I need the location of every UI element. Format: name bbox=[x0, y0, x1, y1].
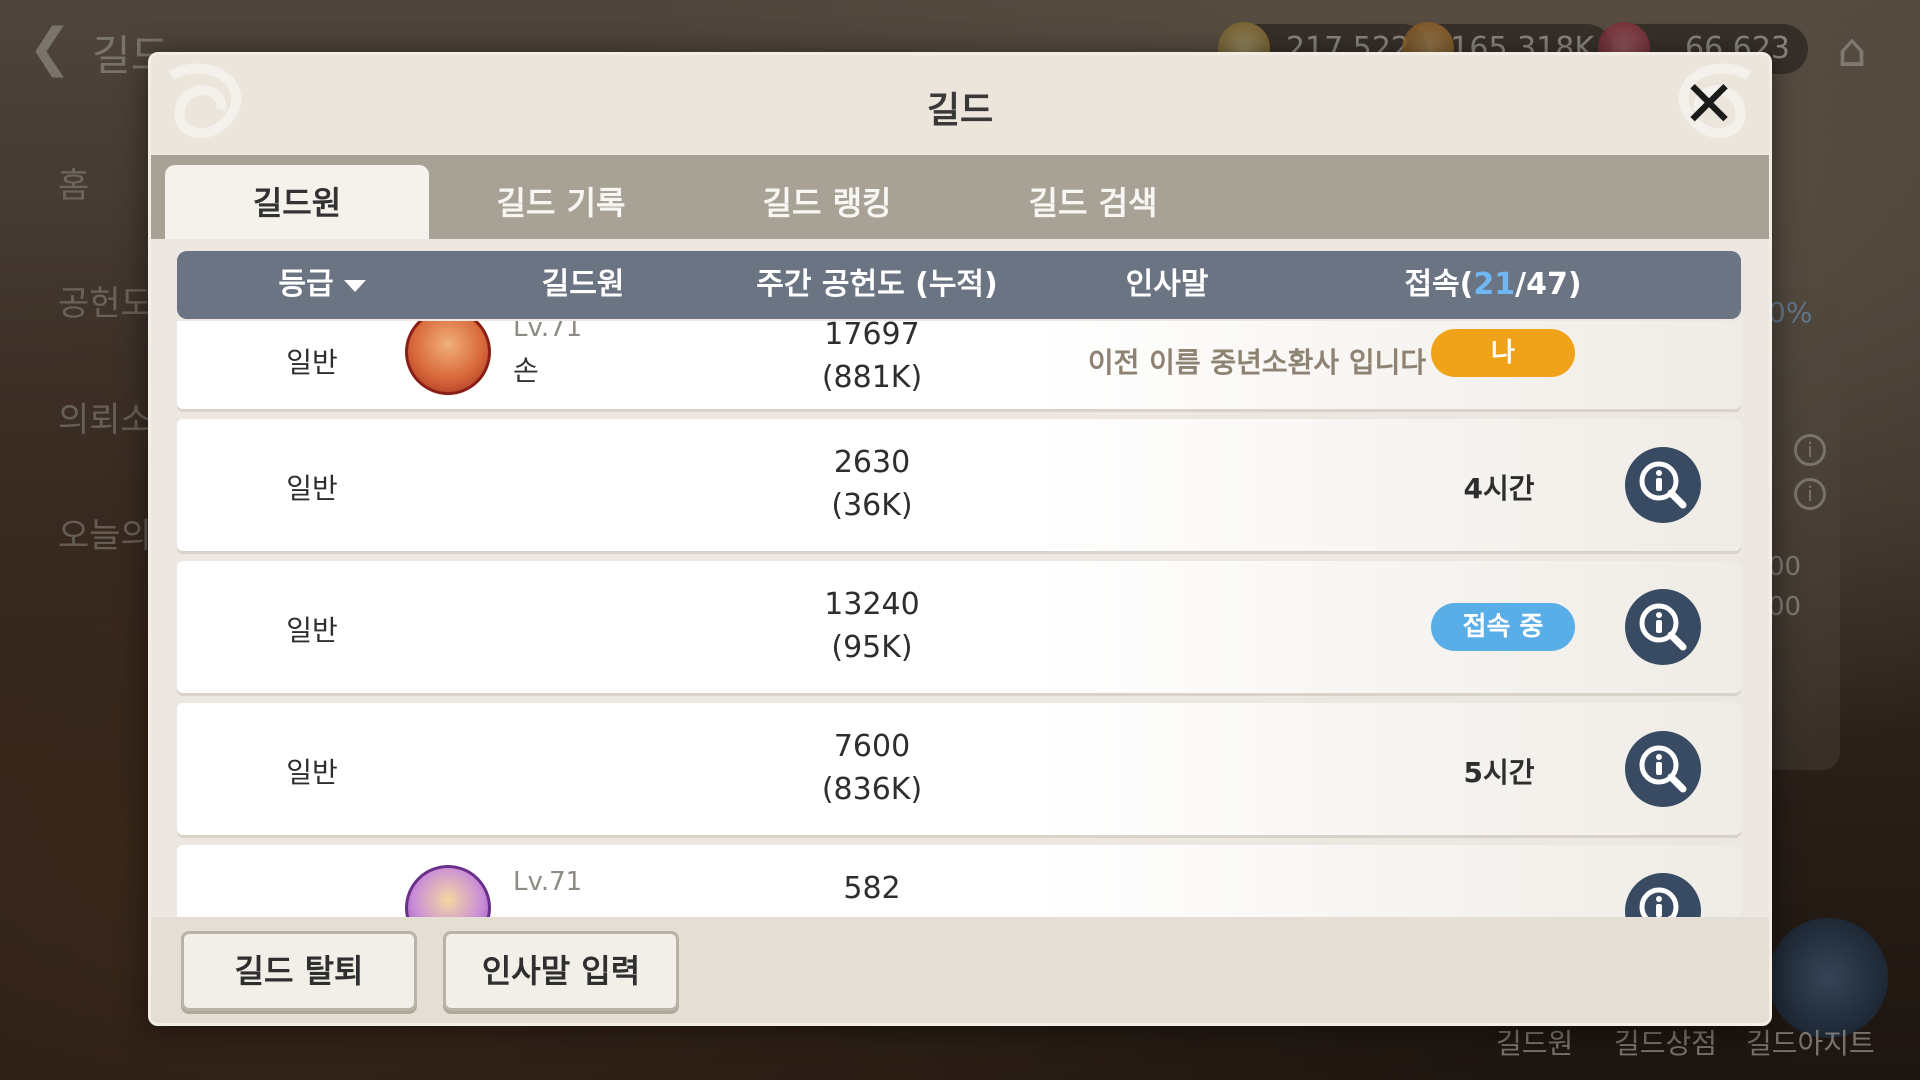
table-row[interactable]: Lv.71 582 bbox=[177, 845, 1741, 919]
magnifier-info-icon bbox=[1639, 745, 1687, 793]
column-greeting: 인사말 bbox=[1125, 267, 1209, 302]
weekly-contribution: 17697 (881K) bbox=[821, 321, 923, 395]
status-badge: 접속 중 bbox=[1431, 603, 1575, 651]
close-icon[interactable]: ✕ bbox=[1675, 71, 1743, 139]
weekly-contribution: 2630 (36K) bbox=[831, 445, 913, 523]
leave-guild-button[interactable]: 길드 탈퇴 bbox=[181, 931, 417, 1011]
table-header: 등급 길드원 주간 공헌도 (누적) 인사말 접속(21/47) bbox=[177, 251, 1741, 319]
table-row[interactable]: 일반 Lv.71 손 17697 (881K) 이전 이름 중년소환사 입니다 … bbox=[177, 321, 1741, 409]
tab-members[interactable]: 길드원 bbox=[165, 165, 429, 241]
grade-sort-button[interactable]: 등급 bbox=[247, 251, 397, 319]
tab-guild-search[interactable]: 길드 검색 bbox=[961, 165, 1225, 241]
member-grade: 일반 bbox=[286, 472, 338, 505]
member-grade: 일반 bbox=[286, 756, 338, 789]
magnifier-info-icon bbox=[1639, 603, 1687, 651]
avatar bbox=[405, 321, 491, 395]
tab-guild-ranking[interactable]: 길드 랭킹 bbox=[695, 165, 959, 241]
member-list-panel: 등급 길드원 주간 공헌도 (누적) 인사말 접속(21/47) 일반 Lv.7… bbox=[151, 239, 1769, 919]
tab-guild-log[interactable]: 길드 기록 bbox=[429, 165, 693, 241]
modal-title: 길드 bbox=[926, 90, 994, 131]
member-grade: 일반 bbox=[286, 614, 338, 647]
table-row[interactable]: 일반 7600 (836K) 5시간 bbox=[177, 703, 1741, 835]
member-info-button[interactable] bbox=[1625, 731, 1701, 807]
avatar bbox=[405, 865, 491, 919]
modal-footer: 길드 탈퇴 인사말 입력 bbox=[151, 917, 1769, 1023]
magnifier-info-icon bbox=[1639, 461, 1687, 509]
member-name: 손 bbox=[513, 354, 539, 387]
member-grade: 일반 bbox=[286, 346, 338, 379]
online-count: 21 bbox=[1473, 267, 1516, 302]
status-badge: 나 bbox=[1431, 329, 1575, 377]
member-info-button[interactable] bbox=[1625, 873, 1701, 919]
modal-header: 길드 ✕ bbox=[151, 55, 1769, 155]
column-member: 길드원 bbox=[541, 267, 625, 302]
weekly-contribution: 7600 (836K) bbox=[821, 729, 923, 807]
guild-modal: 길드 ✕ 길드원 길드 기록 길드 랭킹 길드 검색 등급 길드원 주간 공헌도… bbox=[148, 52, 1772, 1026]
member-rows: 일반 Lv.71 손 17697 (881K) 이전 이름 중년소환사 입니다 … bbox=[177, 321, 1741, 919]
weekly-contribution: 582 bbox=[843, 871, 901, 906]
table-row[interactable]: 일반 13240 (95K) 접속 중 bbox=[177, 561, 1741, 693]
weekly-contribution: 13240 (95K) bbox=[824, 587, 920, 665]
sort-down-icon bbox=[343, 279, 366, 292]
enter-greeting-button[interactable]: 인사말 입력 bbox=[443, 931, 679, 1011]
member-info-button[interactable] bbox=[1625, 447, 1701, 523]
tab-bar: 길드원 길드 기록 길드 랭킹 길드 검색 bbox=[151, 155, 1769, 241]
last-login: 5시간 bbox=[1463, 756, 1535, 789]
column-contribution: 주간 공헌도 (누적) bbox=[756, 267, 998, 302]
member-greeting: 이전 이름 중년소환사 입니다 bbox=[1087, 346, 1427, 379]
column-connection: 접속(21/47) bbox=[1404, 267, 1582, 302]
member-level: Lv.71 bbox=[513, 321, 583, 343]
magnifier-info-icon bbox=[1639, 887, 1679, 919]
member-info-button[interactable] bbox=[1625, 589, 1701, 665]
member-level: Lv.71 bbox=[513, 867, 583, 897]
last-login: 4시간 bbox=[1463, 472, 1535, 505]
table-row[interactable]: 일반 2630 (36K) 4시간 bbox=[177, 419, 1741, 551]
